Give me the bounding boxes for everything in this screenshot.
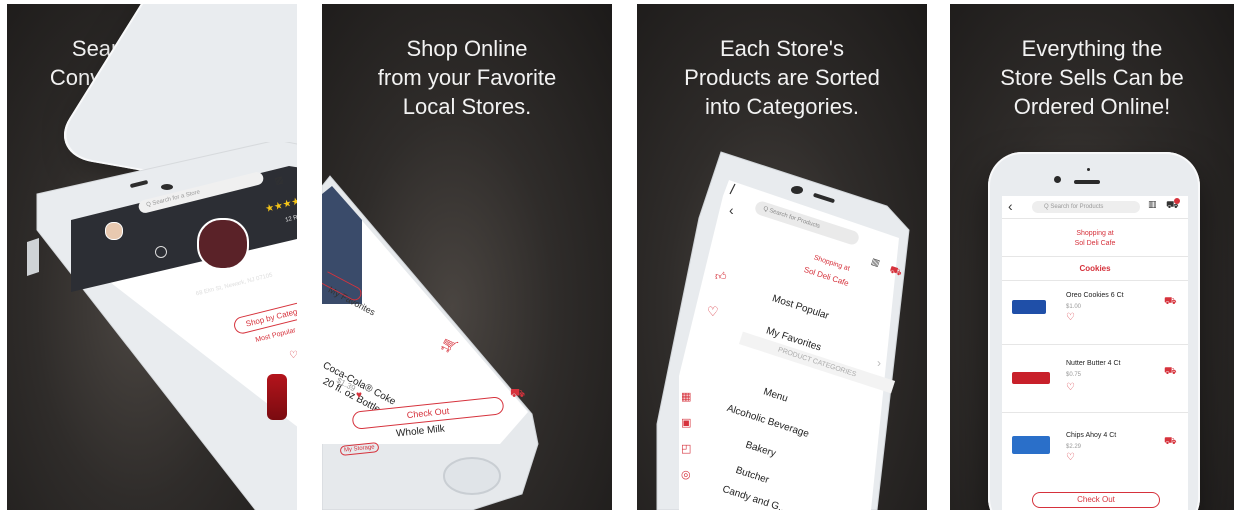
barcode-icon[interactable]: ▥	[1148, 200, 1157, 210]
product-image-chips-ahoy	[1012, 436, 1050, 454]
category-divider	[1002, 280, 1188, 281]
cart-icon[interactable]: ⛟	[510, 386, 525, 402]
product-price: $1.00	[1066, 304, 1082, 310]
avatar[interactable]	[105, 222, 123, 240]
screenshot-panel-2: Shop Online from your Favorite Local Sto…	[322, 4, 612, 510]
search-placeholder: Q Search for Products	[1044, 204, 1104, 210]
product-price: $2.29	[1066, 444, 1082, 450]
product-name[interactable]: Oreo Cookies 6 Ct	[1066, 292, 1124, 299]
heart-icon[interactable]: ♡	[1066, 382, 1075, 393]
product-image-nutter-butter	[1012, 372, 1050, 384]
bottle-icon: ▣	[681, 416, 692, 429]
heart-icon[interactable]: ♡	[289, 350, 297, 361]
phone-4-screen: ‹ Q Search for Products ▥ ⛟ Shopping at …	[1002, 196, 1188, 510]
product-divider	[1002, 344, 1188, 345]
product-search-bar[interactable]: Q Search for Products	[1032, 201, 1140, 213]
chevron-right-icon: ›	[877, 356, 881, 370]
meat-icon: ◎	[681, 468, 691, 481]
phone-4-sensor	[1087, 168, 1090, 171]
back-chevron-icon[interactable]: ‹	[729, 202, 734, 218]
add-to-cart-icon[interactable]: ⛟	[1164, 436, 1177, 449]
screenshot-panel-3: Each Store's Products are Sorted into Ca…	[637, 4, 927, 510]
heart-icon[interactable]: ♡	[1066, 312, 1075, 323]
header-divider	[1002, 218, 1188, 219]
product-image-oreo	[1012, 300, 1046, 314]
phone-2-body	[322, 175, 539, 510]
product-divider	[1002, 412, 1188, 413]
cart-badge	[1174, 198, 1180, 204]
coke-bottle-image	[267, 374, 287, 420]
location-icon	[155, 246, 167, 258]
shopping-at-label: Shopping at	[1076, 230, 1114, 237]
product-name[interactable]: Nutter Butter 4 Ct	[1066, 360, 1120, 367]
menu-icon: ▦	[681, 390, 692, 403]
panel-4-caption: Everything the Store Sells Can be Ordere…	[1000, 36, 1184, 119]
screenshot-panel-4: Everything the Store Sells Can be Ordere…	[950, 4, 1234, 510]
back-chevron-icon[interactable]: ‹	[1008, 198, 1013, 214]
add-to-cart-icon[interactable]: ⛟	[1164, 366, 1177, 379]
check-out-button[interactable]: Check Out	[1032, 492, 1160, 508]
phone-4-earpiece	[1074, 180, 1100, 184]
add-to-cart-icon[interactable]: ⛟	[1164, 296, 1177, 309]
thumbs-up-icon: 👍︎	[715, 270, 727, 283]
store-name: Sol Deli Cafe	[1074, 240, 1116, 247]
heart-icon: ♡	[707, 304, 719, 319]
heart-icon[interactable]: ♡	[1066, 452, 1075, 463]
phone-1-wrapper: Q Search for a Store ▥ ★★★★ 12 Reviews S…	[27, 142, 297, 510]
store-divider	[1002, 256, 1188, 257]
bread-icon: ◰	[681, 442, 692, 455]
product-name[interactable]: Chips Ahoy 4 Ct	[1066, 432, 1116, 439]
product-price: $0.75	[1066, 372, 1082, 378]
category-title: Cookies	[1079, 264, 1111, 273]
phone-4-camera	[1054, 176, 1061, 183]
screenshot-panel-1: Search for Local Convenience Stores. Q S…	[7, 4, 297, 510]
heart-icon[interactable]: ♥	[356, 390, 362, 401]
category-icons-column: ▦ ▣ ◰ ◎	[681, 384, 705, 504]
